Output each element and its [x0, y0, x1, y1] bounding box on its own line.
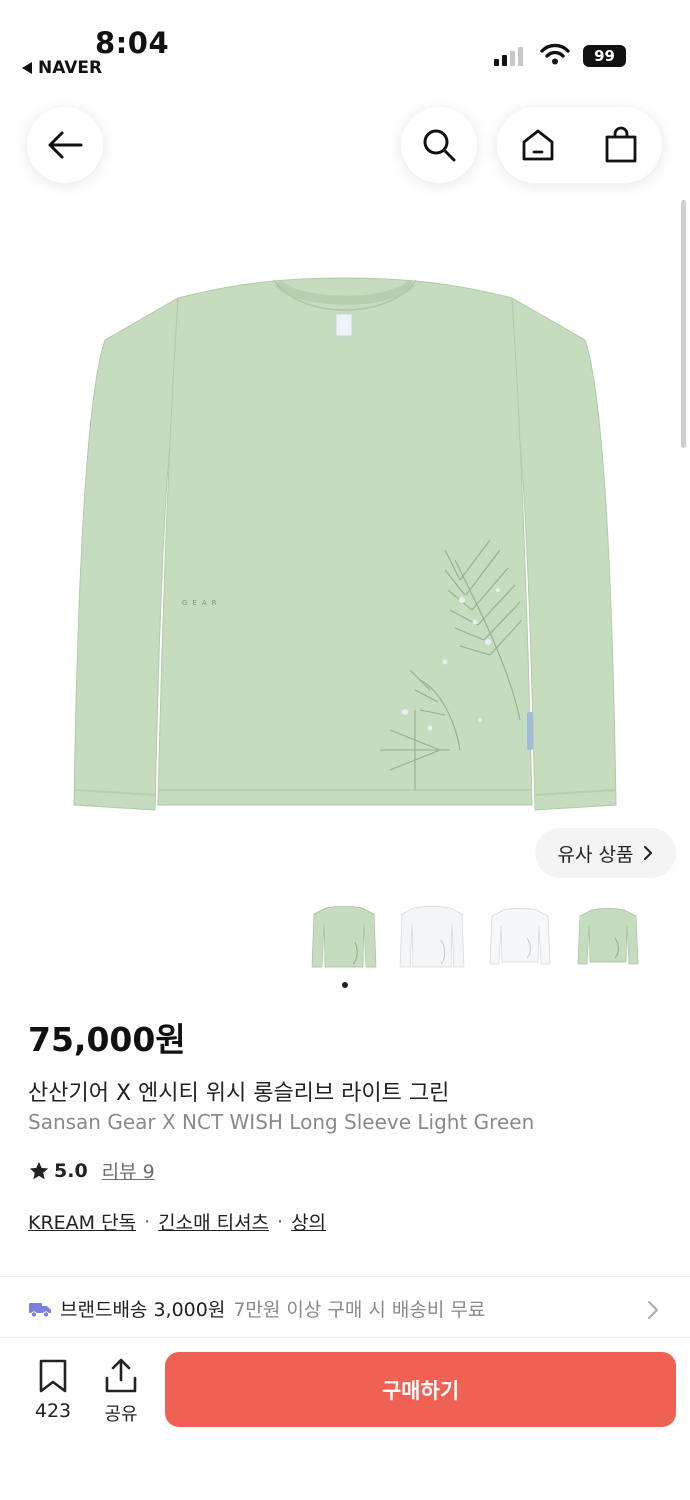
back-button[interactable] — [27, 107, 103, 183]
similar-products-label: 유사 상품 — [557, 843, 634, 866]
shopping-bag-icon — [605, 126, 637, 163]
chevron-right-icon — [644, 846, 653, 860]
status-back-app-label: NAVER — [38, 58, 103, 78]
divider — [0, 1276, 690, 1277]
review-link[interactable]: 리뷰 9 — [102, 1157, 155, 1184]
category-separator: · — [144, 1210, 151, 1233]
thumbnail-green-front[interactable] — [306, 897, 382, 977]
shipping-info[interactable]: 브랜드배송 3,000원 7만원 이상 구매 시 배송비 무료 — [28, 1295, 485, 1322]
product-name-korean: 산산기어 X 엔시티 위시 롱슬리브 라이트 그린 — [28, 1081, 450, 1106]
divider — [0, 1337, 690, 1338]
home-icon — [522, 129, 554, 161]
search-button[interactable] — [401, 107, 477, 183]
bookmark-button[interactable]: 423 — [30, 1358, 76, 1422]
bookmark-count: 423 — [34, 1400, 72, 1422]
shipping-note: 7만원 이상 구매 시 배송비 무료 — [233, 1299, 486, 1321]
star-icon — [29, 1161, 49, 1179]
category-breadcrumb: KREAM 단독 · 긴소매 티셔츠 · 상의 — [28, 1208, 326, 1235]
scrollbar-thumb[interactable] — [681, 200, 686, 448]
product-image[interactable]: GEAR — [60, 250, 630, 820]
status-back-to-app[interactable]: NAVER — [22, 58, 102, 78]
back-triangle-icon — [22, 62, 32, 74]
search-icon — [423, 129, 456, 162]
share-button[interactable]: 공유 — [98, 1358, 144, 1426]
product-name-english: Sansan Gear X NCT WISH Long Sleeve Light… — [28, 1110, 535, 1134]
rating-score: 5.0 — [54, 1159, 88, 1182]
shipping-label: 브랜드배송 3,000원 — [60, 1299, 226, 1321]
bookmark-icon — [39, 1359, 67, 1393]
image-pager-dot — [342, 982, 348, 988]
battery-indicator: 99 — [583, 45, 626, 67]
category-link-long-sleeve[interactable]: 긴소매 티셔츠 — [158, 1208, 269, 1235]
home-cart-group — [497, 107, 662, 183]
thumbnail-strip — [306, 897, 646, 977]
shipping-chevron[interactable] — [647, 1300, 659, 1324]
chevron-right-icon — [648, 1301, 658, 1319]
svg-text:GEAR: GEAR — [182, 599, 222, 607]
home-button[interactable] — [508, 115, 568, 175]
arrow-left-icon — [48, 131, 83, 159]
status-time: 8:04 — [95, 26, 170, 60]
share-label: 공유 — [104, 1404, 138, 1425]
shopping-bag-button[interactable] — [591, 115, 651, 175]
truck-icon — [29, 1302, 51, 1318]
wifi-icon — [540, 42, 570, 70]
rating-row: 5.0 리뷰 9 — [28, 1157, 155, 1184]
similar-products-button[interactable]: 유사 상품 — [535, 828, 676, 878]
thumbnail-white-front[interactable] — [394, 897, 470, 977]
thumbnail-green-cropped[interactable] — [570, 897, 646, 977]
thumbnail-white-cropped[interactable] — [482, 897, 558, 977]
buy-button[interactable]: 구매하기 — [165, 1352, 676, 1427]
cellular-signal-icon — [494, 44, 523, 66]
category-link-tops[interactable]: 상의 — [291, 1208, 326, 1235]
category-separator: · — [277, 1210, 284, 1233]
category-link-kream-exclusive[interactable]: KREAM 단독 — [28, 1208, 136, 1235]
product-price: 75,000원 — [28, 1020, 186, 1059]
share-icon — [105, 1358, 137, 1393]
